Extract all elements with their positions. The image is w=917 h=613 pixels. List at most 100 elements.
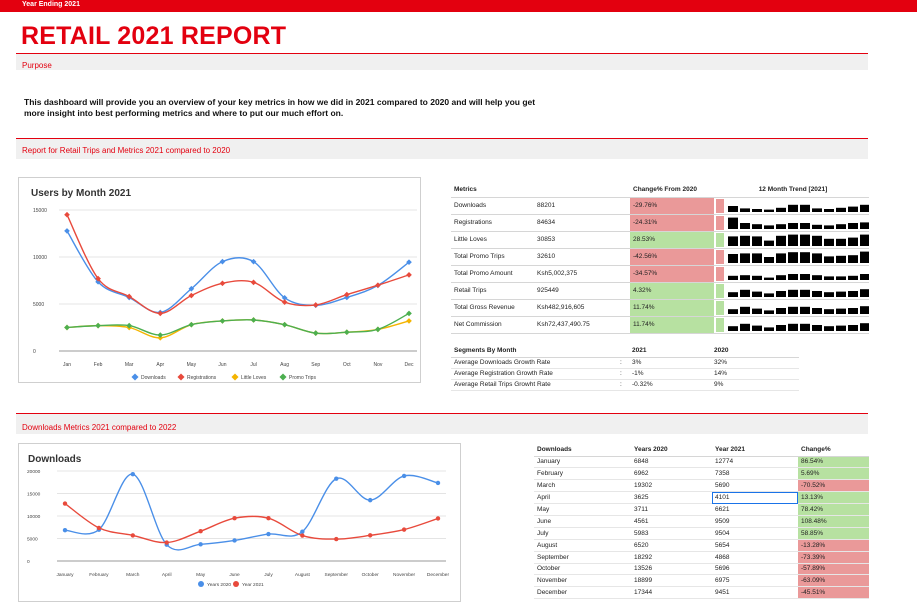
- legend-marker: [231, 373, 239, 381]
- trend-bar: [728, 325, 738, 331]
- trend-bar: [788, 323, 798, 331]
- download-2021[interactable]: 4868: [712, 551, 798, 564]
- metrics-row: Total Promo Amount Ksh5,002,375 -34.57%: [451, 265, 869, 283]
- metric-value: Ksh72,437,490.75: [534, 316, 630, 334]
- metric-name: Total Promo Trips: [451, 248, 534, 266]
- segment-2021: 3%: [629, 357, 711, 369]
- trend-bar: [764, 277, 774, 280]
- sparkline: [716, 198, 869, 213]
- trend-bar: [752, 235, 762, 246]
- trend-bar: [740, 207, 750, 212]
- sparkline: [716, 283, 869, 298]
- x-tick-label: Aug: [280, 362, 289, 368]
- metric-name: Registrations: [451, 214, 534, 232]
- trend-bar: [752, 308, 762, 314]
- trend-bar: [836, 238, 846, 246]
- download-2020: 6962: [631, 467, 712, 481]
- section-label-retail: Report for Retail Trips and Metrics 2021…: [22, 146, 231, 155]
- sparkline: [716, 215, 869, 230]
- downloads-row: October 13526 5696 -57.89%: [534, 563, 869, 576]
- trend-bar: [800, 251, 810, 263]
- download-2020: 6520: [631, 539, 712, 552]
- metric-value: 32610: [534, 248, 630, 266]
- download-2021[interactable]: 6621: [712, 503, 798, 516]
- trend-bar: [860, 273, 869, 280]
- data-point: [300, 529, 305, 534]
- trend-bar: [836, 223, 846, 229]
- trend-bar: [800, 204, 810, 212]
- metrics-table: Metrics Change% From 2020 12 Month Trend…: [451, 182, 869, 334]
- legend-marker: [131, 373, 139, 381]
- sparkline: [716, 249, 869, 264]
- sparkline: [716, 266, 869, 281]
- trend-swatch: [716, 232, 724, 247]
- trend-bar: [836, 308, 846, 314]
- change-header: Change% From 2020: [630, 182, 714, 198]
- x-tick-label: Feb: [94, 362, 103, 368]
- sparkline: [716, 232, 869, 247]
- legend-label: Little Loves: [241, 375, 267, 381]
- trend-bar: [848, 222, 858, 229]
- trend-bar: [776, 307, 786, 314]
- download-2021[interactable]: 4101: [712, 491, 798, 505]
- y-tick-label: 15000: [33, 208, 47, 214]
- y-tick-label: 10000: [33, 255, 47, 261]
- trend-bar: [776, 207, 786, 212]
- trend-bar: [788, 251, 798, 263]
- x-tick-label: Dec: [405, 362, 414, 368]
- legend-marker: [233, 581, 239, 587]
- download-2020: 17344: [631, 586, 712, 600]
- download-month: May: [534, 503, 631, 516]
- trend-bar: [824, 255, 834, 263]
- x-tick-label: April: [162, 572, 172, 578]
- trend-bar: [800, 273, 810, 280]
- trend-bar: [752, 223, 762, 229]
- trend-bar: [848, 275, 858, 280]
- download-2021[interactable]: 5654: [712, 539, 798, 552]
- series-line: [66, 312, 410, 336]
- data-point: [188, 321, 195, 328]
- download-2020: 4561: [631, 515, 712, 528]
- download-2021[interactable]: 5696: [712, 563, 798, 576]
- download-2021[interactable]: 12774: [712, 456, 798, 469]
- trend-bar: [788, 306, 798, 314]
- y-tick-label: 10000: [27, 514, 41, 520]
- download-2020: 6848: [631, 456, 712, 469]
- download-change: 78.42%: [798, 503, 869, 516]
- x-tick-label: October: [362, 572, 379, 578]
- trend-bar: [824, 275, 834, 280]
- legend-marker: [279, 373, 287, 381]
- trend-bar: [752, 208, 762, 212]
- data-point: [96, 525, 102, 531]
- trend-bar: [776, 252, 786, 263]
- download-2021[interactable]: 9504: [712, 527, 798, 540]
- x-tick-label: Apr: [156, 362, 164, 368]
- users-by-month-card: Users by Month 2021 15000 10000 5000 0 Jan Fe…: [18, 177, 421, 383]
- download-change: -45.51%: [798, 586, 869, 600]
- trend-bar: [764, 240, 774, 246]
- trend-bar: [764, 209, 774, 212]
- download-2021[interactable]: 5690: [712, 479, 798, 493]
- download-2021[interactable]: 9451: [712, 586, 798, 600]
- trend-bar: [824, 208, 834, 212]
- trend-bar: [728, 217, 738, 229]
- downloads-row: December 17344 9451 -45.51%: [534, 586, 869, 600]
- download-2021[interactable]: 6975: [712, 574, 798, 588]
- segments-2020-header: 2020: [711, 345, 799, 358]
- x-tick-label: November: [393, 572, 416, 578]
- x-tick-label: Nov: [373, 362, 382, 368]
- trend-bar: [776, 235, 786, 246]
- trend-bar: [740, 323, 750, 331]
- trend-swatch: [716, 249, 724, 264]
- trend-bar: [824, 325, 834, 331]
- series-line: [66, 230, 410, 314]
- metric-trend: [714, 214, 869, 232]
- top-banner: Year Ending 2021: [0, 0, 917, 12]
- data-point: [198, 529, 203, 534]
- trend-header: 12 Month Trend [2021]: [714, 182, 869, 198]
- download-2021[interactable]: 7358: [712, 467, 798, 481]
- trend-bar: [776, 324, 786, 331]
- download-2021[interactable]: 9509: [712, 515, 798, 528]
- trend-bar: [800, 306, 810, 314]
- trend-bar: [800, 323, 810, 331]
